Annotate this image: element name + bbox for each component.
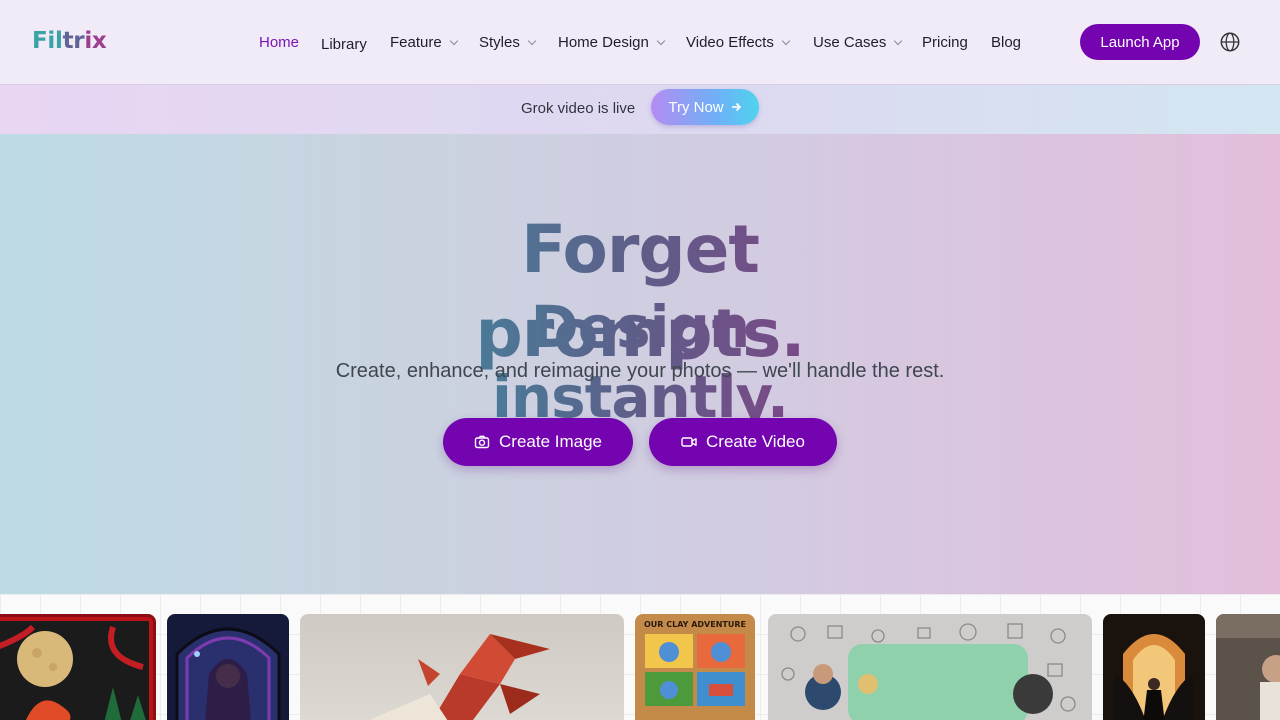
nav-styles[interactable]: Styles [479, 30, 537, 54]
kitchen-artwork [1216, 614, 1280, 720]
globe-icon[interactable] [1219, 31, 1241, 53]
try-now-button[interactable]: Try Now [651, 89, 759, 125]
chevron-down-icon [656, 36, 666, 45]
launch-app-button[interactable]: Launch App [1080, 24, 1200, 60]
chevron-down-icon [781, 36, 791, 45]
origami-dragon-artwork [369, 634, 550, 720]
clay-comic-title: OUR CLAY ADVENTURE [644, 620, 746, 629]
gallery-card-clay-comic[interactable]: OUR CLAY ADVENTURE [635, 614, 755, 720]
gallery-card-moon-fox[interactable] [0, 614, 156, 720]
doodle-wall-artwork [781, 623, 1076, 720]
announcement-bar: Grok video is live [0, 85, 1280, 134]
moon-fox-artwork [0, 621, 149, 720]
gallery-card-kitchen[interactable] [1216, 614, 1280, 720]
stained-glass-artwork [175, 627, 281, 720]
chevron-down-icon [449, 36, 458, 45]
video-camera-icon [681, 437, 697, 447]
nav-video-effects[interactable]: Video Effects [686, 30, 791, 54]
nav-use-cases[interactable]: Use Cases [813, 30, 903, 54]
gallery-card-origami-dragon[interactable] [300, 614, 624, 720]
gallery-card-doodle-wall[interactable] [768, 614, 1092, 720]
gallery-card-dark-angel[interactable] [1103, 614, 1205, 720]
create-image-button[interactable]: Create Image [443, 418, 633, 466]
nav-library[interactable]: Library [321, 32, 367, 56]
camera-icon [474, 435, 490, 449]
dark-angel-artwork [1115, 634, 1193, 720]
nav-feature[interactable]: Feature [390, 30, 458, 54]
nav-pricing[interactable]: Pricing [922, 30, 968, 54]
site-header: Filtrix Home Library Feature Styles Home… [0, 0, 1280, 85]
nav-blog[interactable]: Blog [991, 30, 1021, 54]
arrow-right-icon [731, 102, 741, 112]
nav-home-design[interactable]: Home Design [558, 30, 666, 54]
chevron-down-icon [527, 36, 537, 45]
create-video-button[interactable]: Create Video [649, 418, 837, 466]
clay-comic-artwork [645, 634, 745, 706]
announcement-text: Grok video is live [521, 100, 636, 117]
example-gallery: OUR CLAY ADVENTURE [0, 594, 1280, 720]
nav-home[interactable]: Home [259, 30, 299, 54]
chevron-down-icon [894, 36, 903, 45]
hero-subtitle: Create, enhance, and reimagine your phot… [335, 360, 945, 382]
gallery-card-stained-glass[interactable] [167, 614, 289, 720]
